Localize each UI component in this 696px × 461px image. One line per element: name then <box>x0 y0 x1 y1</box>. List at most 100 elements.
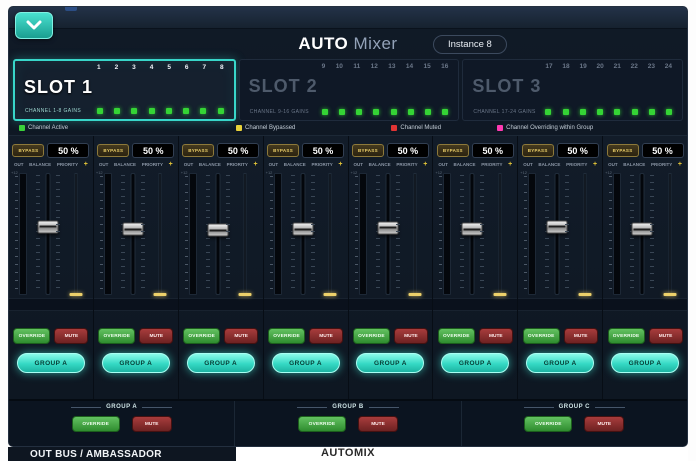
balance-fader[interactable] <box>290 173 316 295</box>
override-button[interactable]: OVERRIDE <box>13 328 50 344</box>
priority-slider-handle[interactable] <box>239 293 252 296</box>
group-override-button[interactable]: OVERRIDE <box>72 416 120 432</box>
menu-item[interactable] <box>465 6 477 11</box>
group-assign-button[interactable]: GROUP A <box>17 353 85 373</box>
collapse-button[interactable] <box>15 12 53 39</box>
balance-fader-handle[interactable] <box>462 223 483 236</box>
group-assign-button[interactable]: GROUP A <box>611 353 679 373</box>
override-button[interactable]: OVERRIDE <box>608 328 645 344</box>
bypass-button[interactable]: BYPASS <box>182 144 214 157</box>
group-override-button[interactable]: OVERRIDE <box>298 416 346 432</box>
balance-fader[interactable] <box>205 173 231 295</box>
mute-button[interactable]: MUTE <box>139 328 173 344</box>
gain-display[interactable]: 50 % <box>642 143 684 158</box>
balance-fader[interactable] <box>629 173 655 295</box>
gain-display[interactable]: 50 % <box>302 143 344 158</box>
bypass-button[interactable]: BYPASS <box>522 144 554 157</box>
override-button[interactable]: OVERRIDE <box>268 328 305 344</box>
menu-item[interactable] <box>265 6 277 11</box>
gain-display[interactable]: 50 % <box>217 143 259 158</box>
balance-fader-handle[interactable] <box>292 223 313 236</box>
balance-fader-handle[interactable] <box>547 220 568 233</box>
channel-strip: BYPASS 50 % OUT BALANCE PRIORITY + +12 O… <box>432 136 517 399</box>
channel-active-led <box>632 109 638 115</box>
slot-panel[interactable]: 1718192021222324 SLOT 3 CHANNEL 17-24 GA… <box>462 59 683 121</box>
priority-slider-handle[interactable] <box>154 293 167 296</box>
gain-display[interactable]: 50 % <box>557 143 599 158</box>
priority-slider[interactable] <box>580 173 589 295</box>
fader-area: +12 <box>94 170 178 298</box>
mute-button[interactable]: MUTE <box>564 328 598 344</box>
bottom-tab-automix[interactable]: AUTOMIX <box>321 447 375 459</box>
group-assign-button[interactable]: GROUP A <box>356 353 424 373</box>
menu-item[interactable] <box>365 6 377 11</box>
priority-slider-handle[interactable] <box>324 293 337 296</box>
priority-slider-handle[interactable] <box>578 293 591 296</box>
override-button[interactable]: OVERRIDE <box>353 328 390 344</box>
menu-item[interactable] <box>165 6 177 11</box>
gain-display[interactable]: 50 % <box>387 143 429 158</box>
group-assign-button[interactable]: GROUP A <box>272 353 340 373</box>
priority-slider[interactable] <box>665 173 674 295</box>
mute-button[interactable]: MUTE <box>54 328 88 344</box>
override-button[interactable]: OVERRIDE <box>438 328 475 344</box>
balance-label: BALANCE <box>538 162 560 167</box>
group-assign-button[interactable]: GROUP A <box>187 353 255 373</box>
priority-slider[interactable] <box>71 173 80 295</box>
group-assign-button[interactable]: GROUP A <box>526 353 594 373</box>
group-override-button[interactable]: OVERRIDE <box>524 416 572 432</box>
balance-fader-handle[interactable] <box>632 223 653 236</box>
override-button[interactable]: OVERRIDE <box>183 328 220 344</box>
bypass-button[interactable]: BYPASS <box>97 144 129 157</box>
slot-panel[interactable]: 910111213141516 SLOT 2 CHANNEL 9-16 GAIN… <box>239 59 460 121</box>
group-mute-button[interactable]: MUTE <box>358 416 398 432</box>
priority-slider-handle[interactable] <box>409 293 422 296</box>
group-assign-button[interactable]: GROUP A <box>102 353 170 373</box>
balance-fader[interactable] <box>120 173 146 295</box>
bottom-tab-bus[interactable]: OUT BUS / AMBASSADOR <box>8 447 236 461</box>
menu-item[interactable] <box>65 6 77 11</box>
priority-slider-handle[interactable] <box>663 293 676 296</box>
group-mute-button[interactable]: MUTE <box>584 416 624 432</box>
slot-panel[interactable]: 12345678 SLOT 1 CHANNEL 1-8 GAINS <box>13 59 236 121</box>
bypass-button[interactable]: BYPASS <box>352 144 384 157</box>
gain-display[interactable]: 50 % <box>47 143 89 158</box>
bypass-button[interactable]: BYPASS <box>267 144 299 157</box>
gain-display[interactable]: 50 % <box>472 143 514 158</box>
out-label: OUT <box>99 162 109 167</box>
mute-button[interactable]: MUTE <box>394 328 428 344</box>
menu-item[interactable] <box>565 6 577 11</box>
balance-fader-handle[interactable] <box>377 221 398 234</box>
priority-slider[interactable] <box>495 173 504 295</box>
bypass-button[interactable]: BYPASS <box>437 144 469 157</box>
mute-button[interactable]: MUTE <box>309 328 343 344</box>
balance-fader-handle[interactable] <box>207 224 228 237</box>
mute-button[interactable]: MUTE <box>649 328 683 344</box>
priority-slider[interactable] <box>156 173 165 295</box>
fader-area: +12 <box>264 170 348 298</box>
balance-fader-handle[interactable] <box>122 223 143 236</box>
bypass-button[interactable]: BYPASS <box>607 144 639 157</box>
balance-fader[interactable] <box>544 173 570 295</box>
priority-slider-handle[interactable] <box>493 293 506 296</box>
group-assign-button[interactable]: GROUP A <box>441 353 509 373</box>
channel-active-led <box>218 108 224 114</box>
override-button[interactable]: OVERRIDE <box>98 328 135 344</box>
bypass-button[interactable]: BYPASS <box>12 144 44 157</box>
mute-button[interactable]: MUTE <box>479 328 513 344</box>
mute-button[interactable]: MUTE <box>224 328 258 344</box>
override-button[interactable]: OVERRIDE <box>523 328 560 344</box>
priority-slider[interactable] <box>241 173 250 295</box>
priority-slider-handle[interactable] <box>69 293 82 296</box>
instance-button[interactable]: Instance 8 <box>433 35 507 54</box>
priority-slider[interactable] <box>411 173 420 295</box>
priority-slider[interactable] <box>326 173 335 295</box>
balance-fader[interactable] <box>35 173 61 295</box>
balance-fader-handle[interactable] <box>38 220 59 233</box>
group-mute-button[interactable]: MUTE <box>132 416 172 432</box>
channel-active-led <box>614 109 620 115</box>
menu-item[interactable] <box>665 6 677 11</box>
balance-fader[interactable] <box>375 173 401 295</box>
gain-display[interactable]: 50 % <box>132 143 174 158</box>
balance-fader[interactable] <box>459 173 485 295</box>
